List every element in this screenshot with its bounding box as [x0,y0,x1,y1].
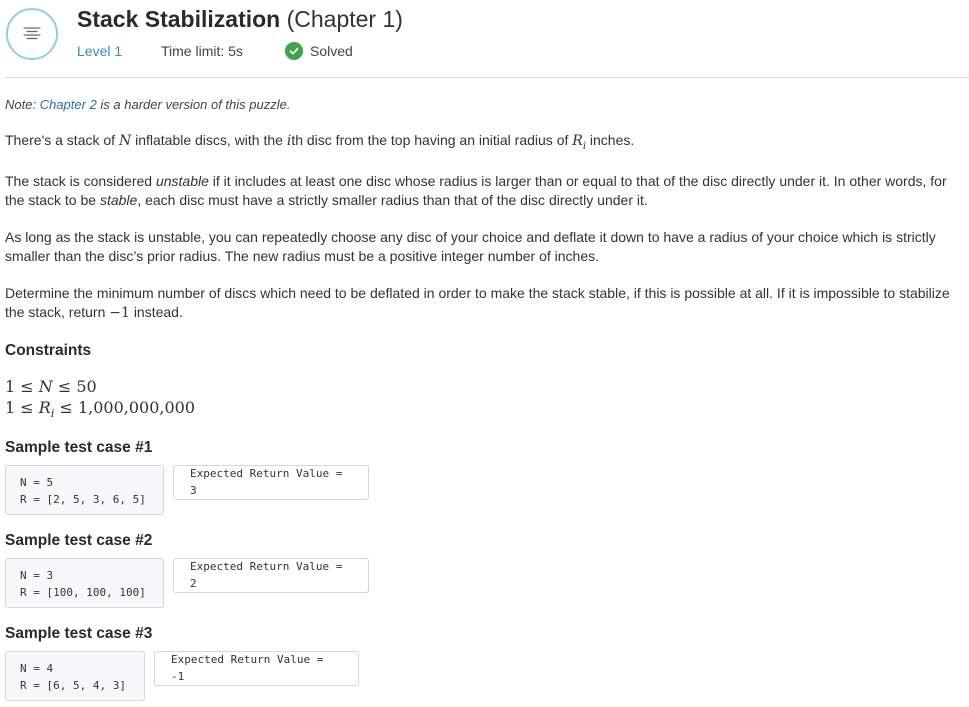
sample-1-input-r: R = [2, 5, 3, 6, 5] [20,492,146,506]
note-rest: is a harder version of this puzzle. [100,97,291,112]
time-limit: Time limit: 5s [161,43,243,59]
p2-text-a: The stack is considered [5,172,153,189]
sample-1-output: Expected Return Value = 3 [173,464,369,500]
sample-2-heading: Sample test case #2 [5,531,153,549]
term-unstable: unstable [155,172,209,189]
sample-1: N = 5 R = [2, 5, 3, 6, 5] Expected Retur… [5,464,960,515]
c1-hi: 50 [76,376,97,396]
paragraph-stability: The stack is considered unstable if it i… [5,172,960,210]
math-Ri: Ri [572,133,587,152]
sample-1-input: N = 5 R = [2, 5, 3, 6, 5] [5,464,164,515]
problem-statement: Note: Chapter 2 is a harder version of t… [5,95,960,701]
c2-le2: ≤ [59,397,73,417]
constraints-heading: Constraints [5,341,92,359]
sample-2-output: Expected Return Value = 2 [173,557,369,593]
sample-2-input-n: N = 3 [20,568,54,582]
sample-2-input: N = 3 R = [100, 100, 100] [5,557,164,608]
meta-row: Level 1 Time limit: 5s Solved [77,42,353,60]
math-neg-one: −1 [109,304,130,321]
term-stable: stable [99,191,138,208]
constraint-r: 1 ≤ Ri ≤ 1,000,000,000 [5,397,960,424]
p1-text-a: There's a stack of [5,132,116,148]
sample-3: N = 4 R = [6, 5, 4, 3] Expected Return V… [5,650,960,701]
sample-2-input-r: R = [100, 100, 100] [20,585,146,599]
p4-text-b: instead. [133,303,183,320]
sample-3-input-r: R = [6, 5, 4, 3] [20,678,126,692]
c1-var: N [38,376,53,396]
c1-le2: ≤ [57,376,72,396]
paragraph-task: Determine the minimum number of discs wh… [5,284,960,323]
title-main: Stack Stabilization [77,6,281,32]
level-link[interactable]: Level 1 [77,43,161,59]
c2-var-r: R [38,397,51,417]
sample-1-input-n: N = 5 [20,475,54,489]
p2-text-c: , each disc must have a strictly smaller… [137,191,648,208]
c1-lo: 1 [5,376,16,396]
constraints-list: 1 ≤ N ≤ 50 1 ≤ Ri ≤ 1,000,000,000 [5,376,960,424]
math-N: N [118,133,132,149]
sample-3-heading: Sample test case #3 [5,624,153,642]
c2-var: Ri [38,397,55,420]
p1-text-d: inches. [589,132,635,148]
math-R: R [572,133,583,149]
paragraph-deflate: As long as the stack is unstable, you ca… [5,228,936,264]
sample-3-input-n: N = 4 [20,661,54,675]
p1-text-c: th disc from the top having an initial r… [291,132,569,148]
math-R-sub: i [582,140,587,152]
chapter-2-link[interactable]: Chapter 2 [40,97,97,112]
c1-le1: ≤ [20,376,34,396]
title-chapter: (Chapter 1) [286,6,403,32]
paragraph-stack-description: There's a stack of N inflatable discs, w… [5,131,960,156]
check-circle-icon [285,42,303,60]
note: Note: Chapter 2 is a harder version of t… [5,95,960,114]
page-title: Stack Stabilization (Chapter 1) [77,6,403,33]
sample-2: N = 3 R = [100, 100, 100] Expected Retur… [5,557,960,608]
menu-button[interactable] [6,8,58,60]
c2-lo: 1 [5,397,16,417]
sample-3-input: N = 4 R = [6, 5, 4, 3] [5,650,145,701]
c2-le1: ≤ [20,397,34,417]
menu-lines-icon [23,27,41,40]
sample-1-heading: Sample test case #1 [5,438,153,456]
c2-var-sub: i [50,406,55,420]
constraint-n: 1 ≤ N ≤ 50 [5,376,960,397]
c2-hi: 1,000,000,000 [77,397,196,417]
status-badge: Solved [285,42,353,60]
sample-3-output: Expected Return Value = -1 [154,650,359,686]
puzzle-header: Stack Stabilization (Chapter 1) Level 1 … [0,0,969,78]
p1-text-b: inflatable discs, with the [135,132,283,148]
header-divider [4,77,969,78]
note-prefix: Note: [5,97,37,112]
status-label: Solved [310,43,353,59]
